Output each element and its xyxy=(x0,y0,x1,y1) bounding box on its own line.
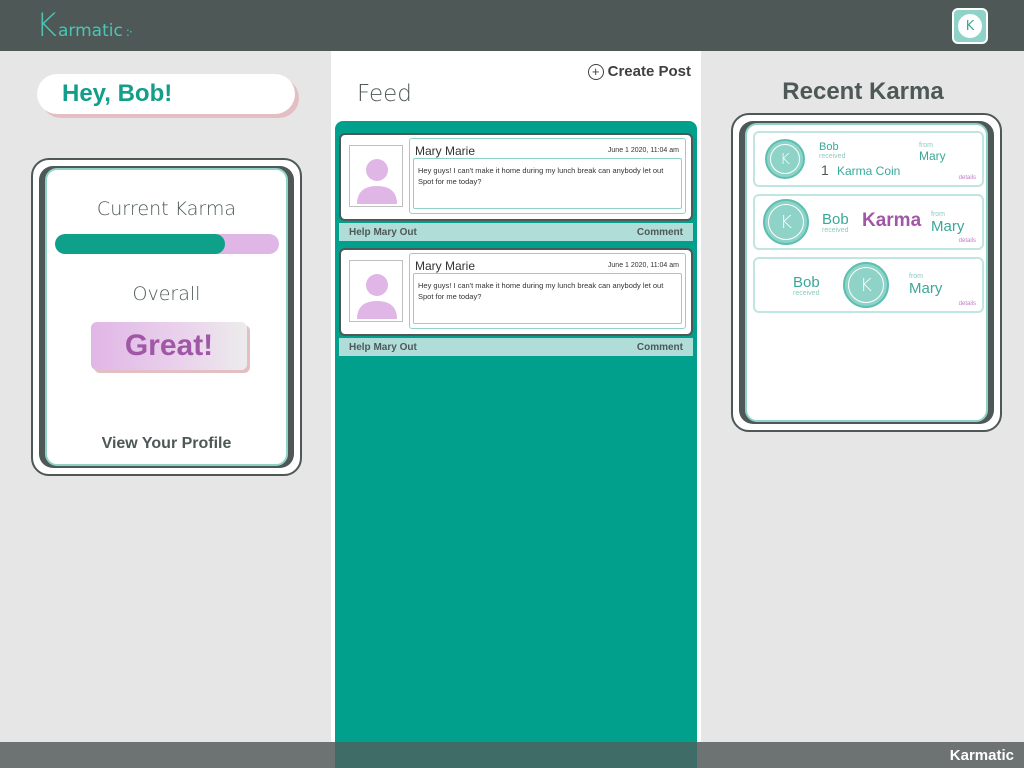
karma-details-link[interactable]: details xyxy=(959,301,976,307)
karma-logo-icon: K xyxy=(765,139,805,179)
feed-title: Feed xyxy=(357,81,412,107)
view-profile-link[interactable]: View Your Profile xyxy=(47,435,286,453)
karma-recipient: Bob xyxy=(819,141,839,153)
karma-received-label: received xyxy=(819,153,846,160)
overall-rating-badge: Great! xyxy=(91,322,247,370)
feed-post: Mary Marie June 1 2020, 11:04 am Hey guy… xyxy=(339,248,693,356)
post-author[interactable]: Mary Marie xyxy=(415,144,475,158)
karma-progress-fill xyxy=(55,234,226,254)
create-post-button[interactable]: + Create Post xyxy=(587,63,691,80)
karma-logo-icon: K xyxy=(843,262,889,308)
post-body: Mary Marie June 1 2020, 11:04 am Hey guy… xyxy=(409,253,686,329)
post-date: June 1 2020, 11:04 am xyxy=(607,147,679,154)
greeting-text: Hey, Bob! xyxy=(62,80,173,107)
post-card: Mary Marie June 1 2020, 11:04 am Hey guy… xyxy=(339,248,693,336)
karma-gift: Karma Coin xyxy=(837,164,901,178)
post-author[interactable]: Mary Marie xyxy=(415,259,475,273)
avatar-letter: K xyxy=(965,18,975,34)
overall-rating-value: Great! xyxy=(124,329,214,362)
karma-received-label: received xyxy=(793,290,820,297)
top-bar: K armatic :· K xyxy=(0,0,1024,51)
post-text: Hey guys! I can't make it home during my… xyxy=(413,273,682,324)
post-date: June 1 2020, 11:04 am xyxy=(607,262,679,269)
karma-gift: Karma xyxy=(862,210,922,231)
logo-dots-icon: :· xyxy=(125,25,133,39)
bottom-bar: Karmatic xyxy=(0,742,1024,768)
feed-column: + Create Post Feed Mary Marie June 1 202… xyxy=(331,51,701,768)
recent-karma-card: K Bob received 1 Karma Coin from Mary de… xyxy=(731,113,1002,432)
karma-logo-icon: K xyxy=(958,14,982,38)
karmatic-logo[interactable]: K armatic :· xyxy=(36,6,133,44)
recent-karma-title: Recent Karma xyxy=(782,78,944,105)
karma-count: 1 xyxy=(821,162,829,178)
plus-circle-icon: + xyxy=(587,63,604,80)
karma-from-label: from xyxy=(909,273,923,280)
karma-recipient: Bob xyxy=(822,211,849,228)
karma-sender: Mary xyxy=(931,218,965,235)
comment-button[interactable]: Comment xyxy=(637,342,683,353)
feed-post: Mary Marie June 1 2020, 11:04 am Hey guy… xyxy=(339,133,693,241)
karma-progress-bar xyxy=(55,234,279,254)
overall-label: Overall xyxy=(132,283,201,305)
post-card: Mary Marie June 1 2020, 11:04 am Hey guy… xyxy=(339,133,693,221)
feed-list[interactable]: Mary Marie June 1 2020, 11:04 am Hey guy… xyxy=(335,121,697,768)
current-karma-card-body: Current Karma Overall Great! View Your P… xyxy=(45,168,288,466)
karma-recipient: Bob xyxy=(793,274,820,291)
current-karma-title: Current Karma xyxy=(96,198,237,220)
current-karma-card-frame: Current Karma Overall Great! View Your P… xyxy=(39,166,294,468)
current-karma-card: Current Karma Overall Great! View Your P… xyxy=(31,158,302,476)
feed-list-bottom xyxy=(335,742,697,768)
help-out-button[interactable]: Help Mary Out xyxy=(349,342,417,353)
post-text: Hey guys! I can't make it home during my… xyxy=(413,158,682,209)
karma-from-label: from xyxy=(931,211,945,218)
greeting-banner: Hey, Bob! xyxy=(37,74,295,114)
recent-karma-card-frame: K Bob received 1 Karma Coin from Mary de… xyxy=(739,121,994,424)
user-avatar-icon[interactable] xyxy=(349,145,403,207)
user-avatar-icon[interactable] xyxy=(349,260,403,322)
help-out-button[interactable]: Help Mary Out xyxy=(349,227,417,238)
karma-received-label: received xyxy=(822,227,849,234)
karma-list-item[interactable]: K Bob received Karma from Mary details xyxy=(753,194,984,250)
post-actions: Help Mary Out Comment xyxy=(339,338,693,356)
karma-list-item[interactable]: Bob received K from Mary details xyxy=(753,257,984,313)
logo-k: K xyxy=(36,6,57,44)
comment-button[interactable]: Comment xyxy=(637,227,683,238)
karma-logo-icon: K xyxy=(763,199,809,245)
karma-list-item[interactable]: K Bob received 1 Karma Coin from Mary de… xyxy=(753,131,984,187)
karma-sender: Mary xyxy=(909,280,943,297)
post-actions: Help Mary Out Comment xyxy=(339,223,693,241)
footer-brand: Karmatic xyxy=(949,747,1014,764)
logo-text: armatic xyxy=(57,21,123,41)
post-body: Mary Marie June 1 2020, 11:04 am Hey guy… xyxy=(409,138,686,214)
karma-from-label: from xyxy=(919,142,933,149)
recent-karma-list: K Bob received 1 Karma Coin from Mary de… xyxy=(745,123,988,422)
karma-details-link[interactable]: details xyxy=(959,175,976,181)
profile-avatar-button[interactable]: K xyxy=(952,8,988,44)
create-post-label: Create Post xyxy=(607,63,691,80)
karma-sender: Mary xyxy=(919,149,946,163)
karma-details-link[interactable]: details xyxy=(959,238,976,244)
